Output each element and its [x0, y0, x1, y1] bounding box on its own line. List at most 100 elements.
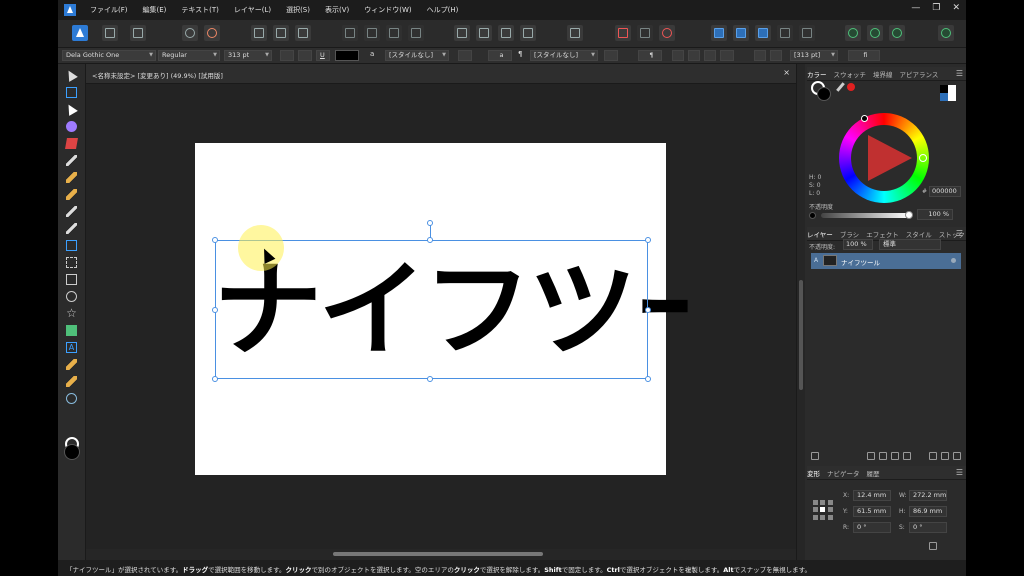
menu-help[interactable]: ヘルプ(H) [427, 5, 459, 15]
boolean-geometry-icon[interactable] [615, 25, 631, 41]
rotation-handle[interactable] [427, 220, 433, 226]
ai-tools-2-icon[interactable] [867, 25, 883, 41]
color-picker-tool-icon[interactable] [66, 359, 77, 370]
point-transform-tool-icon[interactable] [66, 121, 77, 132]
numbered-list-button[interactable] [770, 50, 782, 61]
tab-effects[interactable]: エフェクト [866, 229, 899, 239]
layer-row[interactable]: A ナイフツール [811, 253, 961, 269]
justify-button[interactable] [720, 50, 734, 61]
pixel-persona-icon[interactable] [102, 25, 118, 41]
handle-left[interactable] [212, 307, 218, 313]
boolean-subtract-icon[interactable] [733, 25, 749, 41]
stroke-fill-icon[interactable] [817, 87, 831, 101]
tab-stroke[interactable]: 境界線 [873, 69, 893, 79]
saturation-knob[interactable] [861, 115, 868, 122]
menu-select[interactable]: 選択(S) [286, 5, 310, 15]
flip-vertical-icon[interactable] [476, 25, 492, 41]
document-tab[interactable]: <名称未設定> [変更あり] (49.9%) [試用版] × [86, 64, 796, 84]
opacity-slider-knob[interactable] [905, 211, 913, 219]
fill-tool-icon[interactable] [66, 206, 77, 217]
italic-button[interactable] [298, 50, 312, 61]
anchor-point-grid[interactable] [813, 500, 833, 520]
tab-swatches[interactable]: スウォッチ [834, 69, 867, 79]
tab-appearance[interactable]: アピアランス [900, 69, 939, 79]
panel-menu-icon[interactable]: ☰ [956, 229, 963, 238]
insert-inside-icon[interactable] [386, 25, 402, 41]
insert-front-icon[interactable] [408, 25, 424, 41]
underline-button[interactable]: U [316, 50, 330, 61]
ligature-button[interactable]: fi [848, 50, 880, 61]
bullet-list-button[interactable] [754, 50, 766, 61]
pen-tool-icon[interactable] [66, 155, 77, 166]
handle-bottom-right[interactable] [645, 376, 651, 382]
h-field[interactable]: 86.9 mm [909, 506, 947, 517]
designer-persona-icon[interactable] [72, 25, 88, 41]
corner-tool-icon[interactable] [65, 138, 78, 149]
text-color-swatch[interactable] [335, 50, 359, 61]
zoom-tool-icon[interactable] [66, 393, 77, 404]
menu-text[interactable]: テキスト(T) [181, 5, 219, 15]
tab-layers[interactable]: レイヤー [807, 229, 833, 239]
align-center-button[interactable] [688, 50, 700, 61]
hue-knob[interactable] [919, 154, 927, 162]
character-style-select[interactable]: [スタイルなし] ▼ [385, 50, 449, 61]
eyedropper-icon[interactable] [836, 82, 845, 92]
bold-button[interactable] [280, 50, 294, 61]
artboard-tool-icon[interactable] [66, 87, 77, 98]
menu-window[interactable]: ウィンドウ(W) [364, 5, 411, 15]
tab-history[interactable]: 履歴 [867, 468, 880, 478]
snap-bounds-icon[interactable] [273, 25, 289, 41]
tab-navigator[interactable]: ナビゲータ [827, 468, 860, 478]
layer-opacity-field[interactable]: 100 % [843, 239, 873, 250]
clear-paragraph-style-button[interactable] [604, 50, 618, 61]
horizontal-scroll-thumb[interactable] [333, 552, 543, 556]
panels-scrollbar[interactable] [797, 64, 805, 560]
recent-color-swatch[interactable] [847, 83, 855, 91]
tab-transform[interactable]: 変形 [807, 468, 820, 478]
document-setup-icon[interactable] [182, 25, 198, 41]
menu-layer[interactable]: レイヤー(L) [234, 5, 271, 15]
add-layer-icon[interactable] [941, 452, 949, 460]
color-triangle[interactable] [868, 135, 912, 181]
opacity-field[interactable]: 100 % [917, 209, 953, 220]
align-left-button[interactable] [672, 50, 684, 61]
handle-bottom[interactable] [427, 376, 433, 382]
layer-options-icon[interactable] [811, 452, 819, 460]
handle-top-left[interactable] [212, 237, 218, 243]
panel-menu-icon[interactable]: ☰ [956, 468, 963, 477]
insert-behind-icon[interactable] [342, 25, 358, 41]
panel-menu-icon[interactable]: ☰ [956, 69, 963, 78]
export-persona-icon[interactable] [130, 25, 146, 41]
boolean-intersect-icon[interactable] [755, 25, 771, 41]
align-icon[interactable] [567, 25, 583, 41]
preferences-gear-icon[interactable] [204, 25, 220, 41]
close-window-icon[interactable]: ✕ [952, 3, 960, 13]
transform-options-icon[interactable] [929, 542, 937, 550]
visibility-icon[interactable] [951, 258, 956, 263]
flip-horizontal-icon[interactable] [454, 25, 470, 41]
opacity-slider[interactable] [821, 213, 909, 218]
font-size-field[interactable]: 313 pt ▼ [224, 50, 272, 61]
vector-brush-tool-icon[interactable] [66, 189, 77, 200]
handle-top-right[interactable] [645, 237, 651, 243]
menu-file[interactable]: ファイル(F) [90, 5, 128, 15]
handle-right[interactable] [645, 307, 651, 313]
align-right-button[interactable] [704, 50, 716, 61]
paragraph-text-button[interactable]: a [488, 50, 512, 61]
boolean-xor-icon[interactable] [777, 25, 793, 41]
node-tool-icon[interactable] [64, 102, 78, 116]
canvas[interactable]: ナイフツール [86, 84, 796, 549]
minimize-icon[interactable]: — [911, 3, 920, 13]
clear-character-style-button[interactable] [458, 50, 472, 61]
live-filter-icon[interactable] [891, 452, 899, 460]
rotate-right-icon[interactable] [520, 25, 536, 41]
y-field[interactable]: 61.5 mm [853, 506, 891, 517]
menu-edit[interactable]: 編集(E) [143, 5, 167, 15]
adjustment-icon[interactable] [879, 452, 887, 460]
insert-top-icon[interactable] [364, 25, 380, 41]
shear-field[interactable]: 0 ° [909, 522, 947, 533]
rectangle-tool-icon[interactable] [66, 274, 77, 285]
boolean-divide-icon[interactable] [799, 25, 815, 41]
snap-to-grid-icon[interactable] [251, 25, 267, 41]
leading-field[interactable]: [313 pt] ▼ [790, 50, 838, 61]
